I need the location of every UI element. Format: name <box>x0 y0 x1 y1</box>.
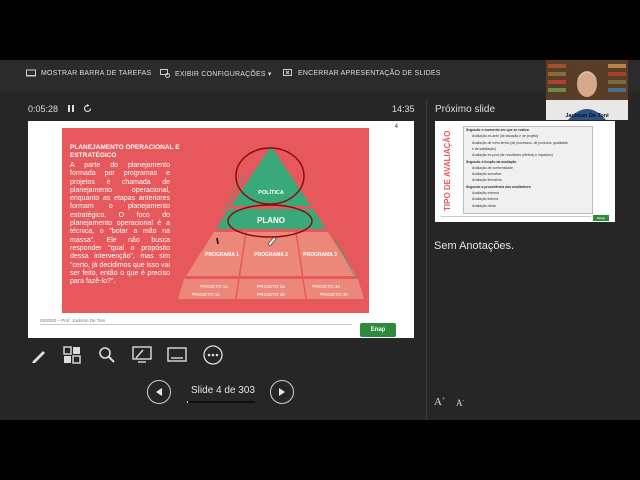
projeto-2b-label: PROJETO 2b <box>257 292 285 297</box>
projeto-2a-label: PROJETO 2a <box>257 284 285 289</box>
svg-text:TIPO DE AVALIAÇÃO: TIPO DE AVALIAÇÃO <box>443 131 452 211</box>
next-slide-line: Avaliação externa <box>472 191 499 195</box>
slide-number: 4 <box>394 124 398 130</box>
show-taskbar-label: MOSTRAR BARRA DE TAREFAS <box>41 70 152 77</box>
see-all-slides-button[interactable] <box>61 344 83 366</box>
next-slide-line: Avaliação de meio-termo (de processos, d… <box>472 140 569 145</box>
next-slide-line: Segundo a função da avaliação <box>466 159 517 164</box>
restart-timer-button[interactable] <box>83 104 92 115</box>
slides-grid-icon <box>63 346 81 364</box>
more-icon <box>203 345 223 365</box>
display-settings-label: EXIBIR CONFIGURAÇÕES ▾ <box>175 70 272 78</box>
pause-timer-button[interactable] <box>67 104 75 115</box>
end-slideshow-button[interactable]: ENCERRAR APRESENTAÇÃO DE SLIDES <box>283 69 441 78</box>
next-slide-preview[interactable]: TIPO DE AVALIAÇÃO Segundo o momento em q… <box>435 121 615 222</box>
camera-toggle-button[interactable] <box>131 344 153 366</box>
planning-pyramid: POLÍTICA PLANO PROGRAMA 1 PROGRAMA 2 PRO… <box>178 146 364 300</box>
display-settings-button[interactable]: EXIBIR CONFIGURAÇÕES ▾ <box>160 69 272 78</box>
programa-3-label: PROGRAMA 3 <box>303 252 337 258</box>
next-slide-line: Segundo a procedência dos avaliadores <box>466 184 531 189</box>
next-slide-content-box: Segundo o momento em que se realiza Avali… <box>463 126 593 214</box>
zoom-button[interactable] <box>96 344 118 366</box>
triangle-left-icon <box>156 388 162 396</box>
decrease-font-button[interactable]: A- <box>456 398 464 408</box>
plano-label: PLANO <box>257 216 285 225</box>
next-slide-label: Próximo slide <box>435 104 496 115</box>
projeto-3b-label: PROJETO 3b <box>320 292 348 297</box>
next-slide-title: TIPO DE AVALIAÇÃO <box>443 131 452 211</box>
presenter-toolbar: MOSTRAR BARRA DE TAREFAS EXIBIR CONFIGUR… <box>0 60 640 92</box>
slide-progress-bar <box>187 401 255 403</box>
display-settings-icon <box>160 69 170 78</box>
increase-font-button[interactable]: A+ <box>434 396 445 408</box>
slide-progress-fill <box>187 401 188 403</box>
restart-icon <box>83 104 92 113</box>
presenter-view: MOSTRAR BARRA DE TAREFAS EXIBIR CONFIGUR… <box>0 60 640 420</box>
end-show-icon <box>283 69 292 76</box>
elapsed-timer: 0:05:28 <box>28 104 59 114</box>
projeto-3a-label: PROJETO 3a <box>312 284 340 289</box>
pause-icon <box>68 105 74 112</box>
screen-pointer-icon <box>132 346 152 363</box>
slide-counter[interactable]: Slide 4 de 303 <box>178 385 268 396</box>
triangle-right-icon <box>279 388 285 396</box>
next-slide-line: Avaliação interna <box>472 197 498 202</box>
next-slide-line: Avaliação mista <box>472 203 496 208</box>
projeto-1b-label: PROJETO 1b <box>192 292 220 297</box>
clock: 14:35 <box>392 104 415 114</box>
taskbar-icon <box>26 69 36 77</box>
next-slide-line: Avaliação ex-ante (de situação e de proj… <box>472 134 539 139</box>
show-taskbar-button[interactable]: MOSTRAR BARRA DE TAREFAS <box>26 69 151 78</box>
end-slideshow-label: ENCERRAR APRESENTAÇÃO DE SLIDES <box>298 70 441 77</box>
speaker-notes: Sem Anotações. <box>434 240 515 252</box>
pen-tool-button[interactable] <box>28 344 50 366</box>
enap-logo: Enap <box>360 323 396 337</box>
webcam-image <box>546 60 628 120</box>
next-slide-line: Avaliação de conformidade <box>472 165 513 170</box>
slide-footer: 03/2020 – Prof. Jackson De Toni <box>40 318 105 323</box>
more-options-button[interactable] <box>202 344 224 366</box>
next-slide-enap-logo: Enap <box>593 215 609 221</box>
next-slide-line: Segundo o momento em que se realiza <box>466 128 529 132</box>
black-screen-button[interactable] <box>166 344 188 366</box>
next-slide-line: Avaliação ex-post (de resultados (efeito… <box>472 153 553 158</box>
politica-label: POLÍTICA <box>258 188 284 196</box>
programa-2-label: PROGRAMA 2 <box>254 252 288 258</box>
webcam-name-label: Jackson De Toni <box>565 113 609 119</box>
pen-icon <box>32 351 45 363</box>
black-screen-icon <box>167 347 187 362</box>
projeto-1a-label: PROJETO 1a <box>200 284 228 289</box>
programa-1-label: PROGRAMA 1 <box>205 252 239 258</box>
previous-slide-button[interactable] <box>147 380 171 404</box>
slide-content-panel: PLANEJAMENTO OPERACIONAL E ESTRATÉGICO A… <box>62 128 369 313</box>
next-slide-button[interactable] <box>270 380 294 404</box>
next-slide-line: e de satisfação) <box>472 146 496 151</box>
next-slide-line: Avaliação formativa <box>472 178 502 183</box>
magnifier-icon <box>99 347 115 363</box>
slide-heading: PLANEJAMENTO OPERACIONAL E ESTRATÉGICO <box>70 144 180 159</box>
slide-body-text: A parte do planejamento formada por prog… <box>70 162 170 286</box>
next-slide-line: Avaliação somativa <box>472 172 502 177</box>
current-slide[interactable]: 4 PLANEJAMENTO OPERACIONAL E ESTRATÉGICO… <box>28 121 414 338</box>
webcam-feed: Jackson De Toni <box>546 60 628 120</box>
